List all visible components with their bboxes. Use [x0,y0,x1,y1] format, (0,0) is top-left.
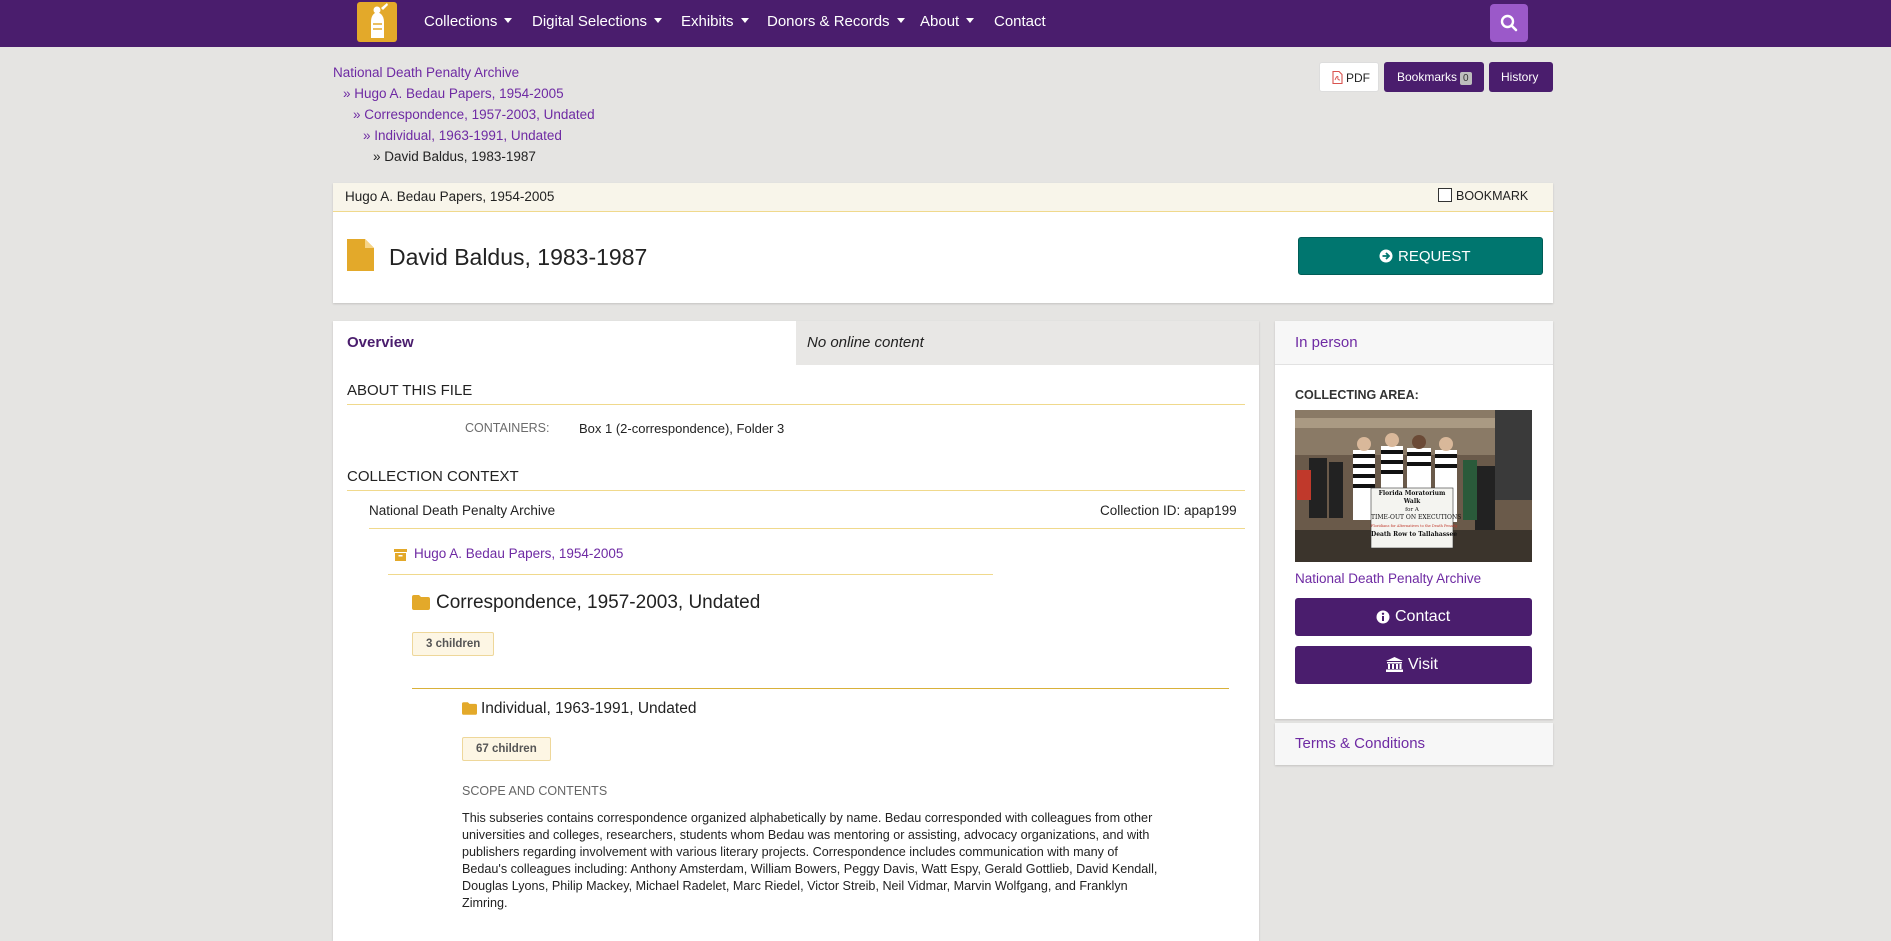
contact-button[interactable]: Contact [1295,598,1532,636]
breadcrumb-item[interactable]: » Individual, 1963-1991, Undated [363,128,562,143]
collection-id: Collection ID: apap199 [1100,503,1237,518]
repository-name: National Death Penalty Archive [369,503,556,518]
folder-icon [412,595,430,610]
nav-about-label: About [920,13,960,30]
request-button[interactable]: REQUEST [1298,237,1543,275]
bookmark-label[interactable]: BOOKMARK [1456,189,1528,203]
pdf-button[interactable]: PDF [1319,62,1379,92]
history-label: History [1501,70,1539,84]
scope-line: publishers regarding involvement with va… [462,845,1118,859]
collecting-area-photo[interactable]: Florida Moratorium Walk for A TIME-OUT O… [1295,410,1532,562]
torch-statue-logo[interactable] [357,2,397,42]
divider [388,574,993,575]
scope-contents-heading: SCOPE AND CONTENTS [462,784,608,798]
nav-collections[interactable]: Collections [424,13,513,30]
record-card-header: Hugo A. Bedau Papers, 1954-2005 BOOKMARK [333,183,1553,212]
protest-photo [1295,410,1532,562]
visit-button[interactable]: Visit [1295,646,1532,684]
tab-online-content[interactable]: No online content [796,321,1259,365]
collecting-area-link[interactable]: National Death Penalty Archive [1295,571,1481,586]
request-label: REQUEST [1398,248,1471,265]
nav-about[interactable]: About [920,13,975,30]
arrow-circle-right-icon [1379,249,1393,263]
containers-label: CONTAINERS: [465,421,550,435]
pdf-label: PDF [1346,71,1370,85]
sign-line: TIME-OUT ON EXECUTIONS [1371,514,1462,521]
contact-label: Contact [1395,608,1451,625]
in-person-heading[interactable]: In person [1295,334,1358,351]
chevron-down-icon [740,18,749,23]
scope-line: Zimring. [462,896,508,910]
record-collection-title: Hugo A. Bedau Papers, 1954-2005 [345,189,555,204]
breadcrumb-item[interactable]: » Correspondence, 1957-2003, Undated [353,107,595,122]
nav-donors-records[interactable]: Donors & Records [767,13,905,30]
scope-line: Douglas Lyons, Philip Mackey, Michael Ra… [462,879,1128,893]
chevron-down-icon [966,18,975,23]
top-navbar: Collections Digital Selections Exhibits … [0,0,1891,47]
scope-line: universities and colleges, researchers, … [462,828,1150,842]
scope-contents-text: This subseries contains correspondence o… [462,810,1157,912]
chevron-down-icon [504,18,513,23]
search-button[interactable] [1490,4,1528,42]
nav-digital-selections[interactable]: Digital Selections [532,13,663,30]
tab-overview[interactable]: Overview [347,334,414,351]
series-children-badge[interactable]: 3 children [412,632,494,656]
nav-donors-records-label: Donors & Records [767,13,890,30]
bookmarks-button[interactable]: Bookmarks 0 [1384,62,1484,92]
sign-line: Death Row to Tallahassee [1371,531,1458,538]
nav-exhibits[interactable]: Exhibits [681,13,749,30]
scope-line: Bedau's colleagues including: Anthony Am… [462,862,1158,876]
bookmarks-count-badge: 0 [1460,72,1472,85]
sign-line: Floridians for Alternatives to the Death… [1371,524,1458,528]
institution-icon [1386,657,1403,672]
subseries-children-label: 67 children [476,743,537,755]
sign-line: Florida Moratorium Walk [1378,490,1446,505]
containers-value: Box 1 (2-correspondence), Folder 3 [579,421,785,436]
history-button[interactable]: History [1489,62,1553,92]
series-title[interactable]: Correspondence, 1957-2003, Undated [436,592,760,614]
photo-sign: Florida Moratorium Walk for A TIME-OUT O… [1371,490,1462,539]
subseries-children-badge[interactable]: 67 children [462,737,551,761]
record-title: David Baldus, 1983-1987 [389,244,648,270]
sign-line: for A [1405,507,1419,513]
breadcrumb-item[interactable]: National Death Penalty Archive [333,65,519,80]
divider [369,528,1245,529]
scope-line: This subseries contains correspondence o… [462,811,1153,825]
divider [347,490,1245,491]
divider [412,688,1229,689]
chevron-down-icon [896,18,905,23]
nav-exhibits-label: Exhibits [681,13,734,30]
pdf-file-icon [1332,71,1343,84]
subseries-title[interactable]: Individual, 1963-1991, Undated [481,700,696,718]
nav-collections-label: Collections [424,13,498,30]
nav-digital-selections-label: Digital Selections [532,13,648,30]
terms-card: Terms & Conditions [1275,723,1553,765]
bookmark-checkbox[interactable] [1438,188,1452,202]
series-children-label: 3 children [426,638,481,650]
breadcrumb-item[interactable]: » Hugo A. Bedau Papers, 1954-2005 [343,86,564,101]
divider [347,404,1245,405]
breadcrumb-current: » David Baldus, 1983-1987 [373,149,536,164]
terms-conditions-link[interactable]: Terms & Conditions [1295,735,1425,752]
bookmarks-label: Bookmarks [1397,70,1458,84]
folder-icon [462,702,477,715]
nav-contact[interactable]: Contact [994,13,1046,30]
file-icon [347,239,374,271]
visit-label: Visit [1408,656,1438,673]
about-heading: ABOUT THIS FILE [347,382,473,399]
collection-link[interactable]: Hugo A. Bedau Papers, 1954-2005 [414,546,623,561]
tab-online-content-label: No online content [807,334,924,351]
archive-box-icon [394,549,407,561]
info-circle-icon [1376,610,1390,624]
search-icon [1500,14,1518,32]
collection-context-heading: COLLECTION CONTEXT [347,468,519,485]
chevron-down-icon [654,18,663,23]
collecting-area-label: COLLECTING AREA: [1295,388,1419,402]
